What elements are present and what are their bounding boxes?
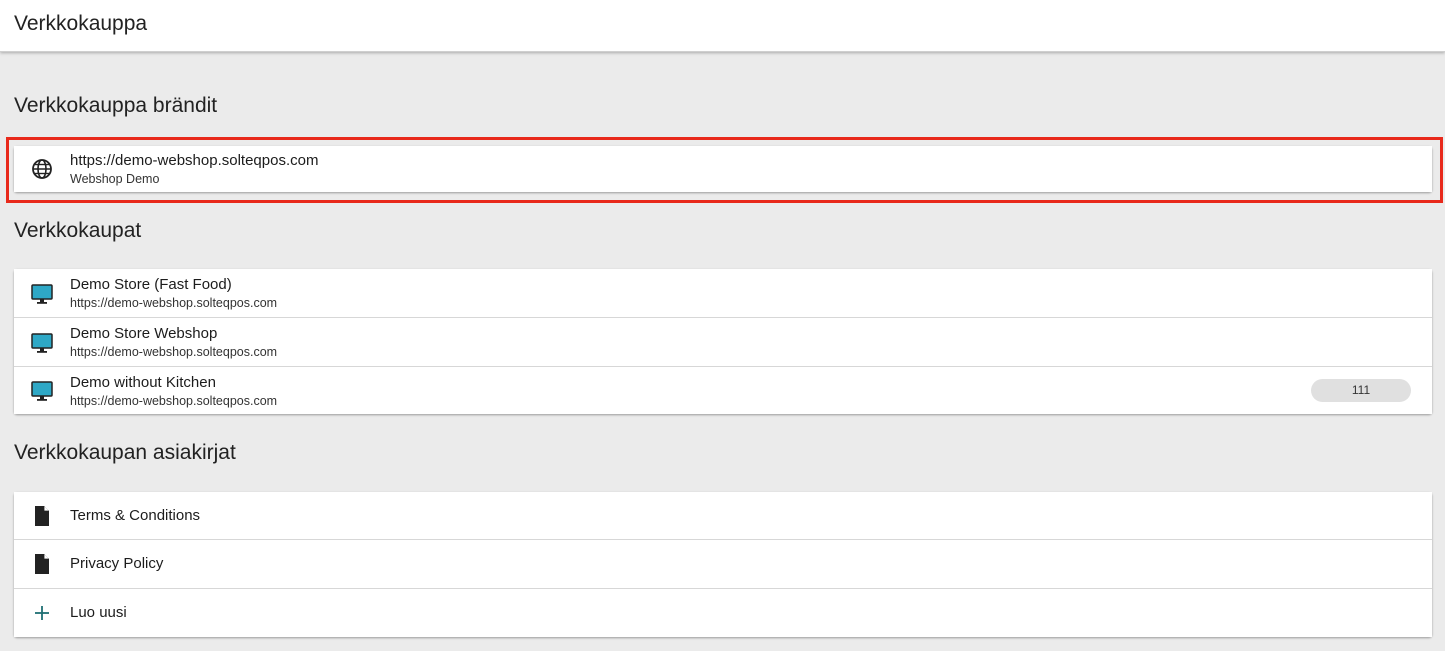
document-icon [30, 504, 54, 528]
store-name: Demo Store (Fast Food) [70, 276, 232, 293]
brands-heading: Verkkokauppa brändit [14, 94, 218, 117]
document-item-terms[interactable]: Terms & Conditions [14, 492, 1432, 540]
store-url: https://demo-webshop.solteqpos.com [70, 345, 278, 359]
brand-item-webshop-demo[interactable]: https://demo-webshop.solteqpos.com Websh… [14, 146, 1432, 192]
document-item-privacy[interactable]: Privacy Policy [14, 540, 1432, 589]
document-label: Privacy Policy [70, 555, 164, 572]
brand-url: https://demo-webshop.solteqpos.com [70, 152, 319, 169]
monitor-icon [30, 331, 54, 355]
document-icon [30, 552, 54, 576]
documents-list: Terms & Conditions Privacy Policy Luo uu… [14, 492, 1432, 637]
store-item-without-kitchen[interactable]: Demo without Kitchen https://demo-websho… [14, 367, 1432, 414]
monitor-icon [30, 282, 54, 306]
brand-name: Webshop Demo [70, 172, 160, 186]
store-url: https://demo-webshop.solteqpos.com [70, 394, 278, 408]
documents-heading: Verkkokaupan asiakirjat [14, 441, 236, 464]
store-name: Demo Store Webshop [70, 325, 218, 342]
stores-list: Demo Store (Fast Food) https://demo-webs… [14, 269, 1432, 414]
store-item-fast-food[interactable]: Demo Store (Fast Food) https://demo-webs… [14, 269, 1432, 318]
monitor-icon [30, 379, 54, 403]
globe-icon [30, 157, 54, 181]
page-title: Verkkokauppa [14, 12, 148, 35]
app-bar: Verkkokauppa [0, 0, 1445, 52]
plus-icon [30, 601, 54, 625]
document-label: Terms & Conditions [70, 507, 201, 524]
create-new-button[interactable]: Luo uusi [14, 589, 1432, 637]
stores-heading: Verkkokaupat [14, 219, 142, 242]
store-name: Demo without Kitchen [70, 374, 216, 391]
create-new-label: Luo uusi [70, 604, 127, 621]
store-item-webshop[interactable]: Demo Store Webshop https://demo-webshop.… [14, 318, 1432, 367]
brands-list: https://demo-webshop.solteqpos.com Websh… [14, 146, 1432, 192]
store-url: https://demo-webshop.solteqpos.com [70, 296, 278, 310]
store-badge: 111 [1311, 379, 1411, 402]
